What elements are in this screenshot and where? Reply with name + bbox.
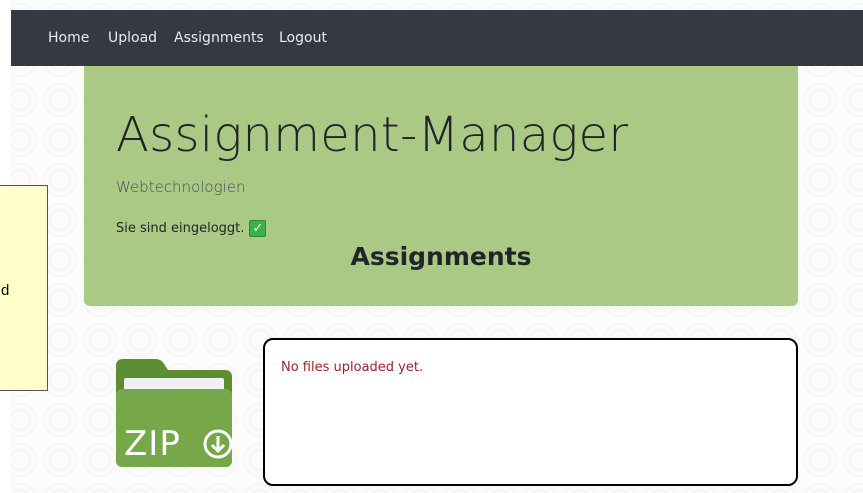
header-jumbotron: Assignment-Manager Webtechnologien Sie s…: [84, 66, 798, 306]
login-status-text: Sie sind eingeloggt.: [116, 221, 245, 236]
nav-home-link[interactable]: Home: [48, 30, 89, 47]
zip-folder-icon[interactable]: ZIP: [114, 356, 234, 468]
check-icon: ✓: [249, 220, 267, 237]
tooltip-text: d: [1, 282, 10, 299]
files-empty-message: No files uploaded yet.: [281, 360, 424, 375]
tooltip-popup: d: [0, 185, 48, 391]
login-status: Sie sind eingeloggt. ✓: [116, 220, 267, 237]
files-list-box: No files uploaded yet.: [263, 338, 798, 486]
navbar: Home Upload Assignments Logout: [11, 10, 863, 66]
nav-assignments-link[interactable]: Assignments: [174, 30, 264, 47]
zip-icon-label: ZIP: [124, 424, 181, 464]
nav-upload-link[interactable]: Upload: [108, 30, 157, 47]
section-title: Assignments: [350, 242, 532, 271]
page-title: Assignment-Manager: [116, 107, 629, 163]
nav-logout-link[interactable]: Logout: [279, 30, 327, 47]
page-subtitle: Webtechnologien: [116, 178, 246, 196]
